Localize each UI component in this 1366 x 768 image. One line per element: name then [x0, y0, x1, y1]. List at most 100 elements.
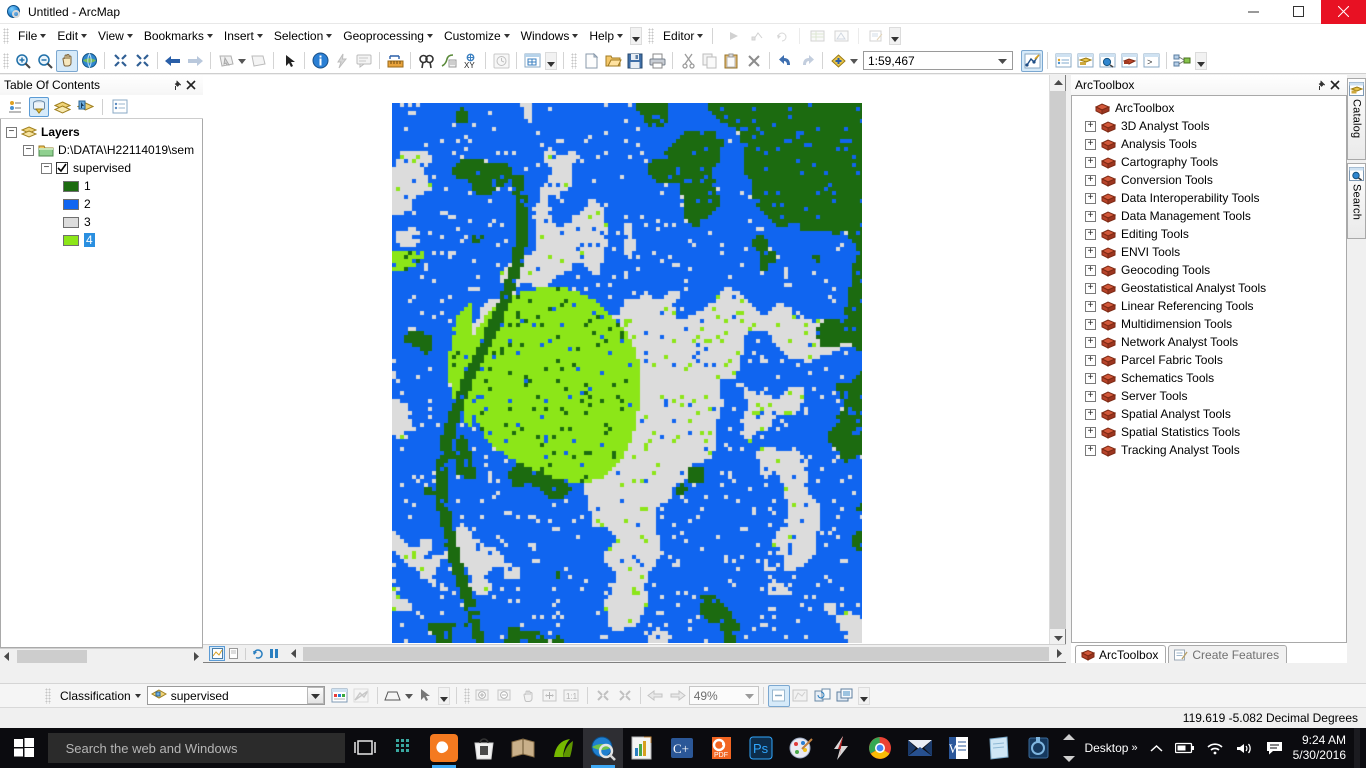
toolbox-item[interactable]: + Server Tools	[1072, 387, 1346, 405]
find-route-icon[interactable]	[437, 50, 459, 72]
dictionary-icon[interactable]	[504, 728, 544, 768]
toolbox-item[interactable]: + Schematics Tools	[1072, 369, 1346, 387]
arctoolbox-window-icon[interactable]	[1118, 50, 1140, 72]
battery-icon[interactable]	[1169, 728, 1201, 768]
image-zoom-out-icon[interactable]	[495, 685, 517, 707]
print-icon[interactable]	[646, 50, 668, 72]
select-icon[interactable]	[414, 685, 436, 707]
clear-selection-icon[interactable]	[247, 50, 269, 72]
tree-node-layers[interactable]: − Layers	[1, 123, 202, 141]
expand-icon[interactable]: +	[1085, 228, 1096, 240]
toc-horizontal-scrollbar[interactable]	[0, 648, 203, 664]
notes-icon[interactable]	[979, 728, 1019, 768]
menu-view[interactable]: View	[92, 26, 138, 46]
time-slider-icon[interactable]	[490, 50, 512, 72]
editor-toolbar-icon[interactable]	[1021, 49, 1043, 72]
map-scale-combo[interactable]: 1:59,467	[863, 51, 1013, 70]
options-icon[interactable]	[110, 97, 130, 117]
list-by-selection-icon[interactable]	[75, 97, 95, 117]
toolbox-item[interactable]: + Editing Tools	[1072, 225, 1346, 243]
full-extent-icon[interactable]	[78, 50, 100, 72]
pause-drawing-icon[interactable]	[266, 646, 282, 661]
chevron-down-icon[interactable]	[742, 693, 758, 699]
toolbox-item[interactable]: + Cartography Tools	[1072, 153, 1346, 171]
go-forward-extent-icon[interactable]	[184, 50, 206, 72]
full-screen-icon[interactable]	[614, 685, 636, 707]
delete-icon[interactable]	[743, 50, 765, 72]
tree-node-dataframe[interactable]: − D:\DATA\H22114019\sem	[1, 141, 202, 159]
legend-class-2[interactable]: 2	[1, 195, 202, 213]
catalog-window-icon[interactable]	[1074, 50, 1096, 72]
scroll-right-icon[interactable]	[188, 648, 203, 664]
word-icon[interactable]: W	[940, 728, 980, 768]
collapse-icon[interactable]: −	[23, 144, 34, 156]
toolbox-item[interactable]: + Geocoding Tools	[1072, 261, 1346, 279]
menu-insert[interactable]: Insert	[218, 26, 268, 46]
desktop-overflow-icon[interactable]: »	[1131, 742, 1137, 754]
footprint-icon[interactable]	[790, 685, 812, 707]
classification-menu[interactable]: Classification	[54, 689, 147, 703]
nvidia-icon[interactable]	[543, 728, 583, 768]
pan-icon[interactable]	[56, 49, 78, 72]
expand-icon[interactable]: +	[1085, 426, 1096, 438]
expand-icon[interactable]: +	[1085, 138, 1096, 150]
class-color-swatch[interactable]	[63, 216, 79, 228]
winrar-icon[interactable]	[1019, 728, 1059, 768]
paint-icon[interactable]	[781, 728, 821, 768]
toolbar-grip-icon[interactable]	[3, 28, 9, 44]
go-back-extent-icon[interactable]	[162, 50, 184, 72]
arcmap-icon[interactable]	[582, 728, 623, 768]
find-icon[interactable]	[415, 50, 437, 72]
table-of-contents-icon[interactable]	[1052, 50, 1074, 72]
image-pan-icon[interactable]	[517, 685, 539, 707]
rotate-icon[interactable]	[771, 25, 793, 47]
toolbox-item[interactable]: + Conversion Tools	[1072, 171, 1346, 189]
toolbox-item[interactable]: + Data Interoperability Tools	[1072, 189, 1346, 207]
mosaic-icon[interactable]	[834, 685, 856, 707]
toolbox-item[interactable]: + Network Analyst Tools	[1072, 333, 1346, 351]
map-vertical-scrollbar[interactable]	[1049, 75, 1066, 645]
create-features-icon[interactable]	[865, 25, 887, 47]
previous-image-icon[interactable]	[645, 685, 667, 707]
toolbox-item[interactable]: + Parcel Fabric Tools	[1072, 351, 1346, 369]
maximize-button[interactable]	[1276, 0, 1321, 24]
chevron-down-icon[interactable]	[306, 687, 324, 704]
undo-icon[interactable]	[774, 50, 796, 72]
close-button[interactable]	[1321, 0, 1366, 24]
toolbox-item[interactable]: + Spatial Analyst Tools	[1072, 405, 1346, 423]
attribute-table-icon[interactable]	[806, 25, 828, 47]
wifi-icon[interactable]	[1201, 728, 1230, 768]
start-button[interactable]	[0, 728, 48, 768]
toolbar-grip-icon[interactable]	[571, 52, 577, 69]
toolbar-grip-icon[interactable]	[463, 687, 470, 704]
edit-vertices-icon[interactable]	[747, 25, 769, 47]
close-icon[interactable]	[1327, 77, 1343, 93]
map-hscroll-left-icon[interactable]	[286, 646, 302, 661]
data-view-icon[interactable]	[209, 646, 225, 661]
fit-window-icon[interactable]	[592, 685, 614, 707]
flash-icon[interactable]	[821, 728, 861, 768]
search-input[interactable]: Search the web and Windows	[47, 733, 346, 763]
toolbar-grip-icon[interactable]	[3, 52, 9, 69]
menu-windows[interactable]: Windows	[515, 26, 584, 46]
fixed-zoom-in-icon[interactable]	[109, 50, 131, 72]
sketch-properties-icon[interactable]	[830, 25, 852, 47]
go-to-xy-icon[interactable]: XY	[459, 50, 481, 72]
new-icon[interactable]	[580, 50, 602, 72]
app-grid-icon[interactable]	[385, 728, 425, 768]
draw-polygon-dropdown[interactable]	[404, 685, 414, 707]
create-viewer-window-icon[interactable]	[521, 50, 543, 72]
pin-icon[interactable]	[167, 77, 183, 93]
open-icon[interactable]	[602, 50, 624, 72]
expand-icon[interactable]: +	[1085, 156, 1096, 168]
tray-overflow-button[interactable]	[1144, 728, 1169, 768]
expand-icon[interactable]: +	[1085, 336, 1096, 348]
expand-icon[interactable]: +	[1085, 318, 1096, 330]
minimize-button[interactable]	[1231, 0, 1276, 24]
select-elements-icon[interactable]	[278, 50, 300, 72]
menu-edit[interactable]: Edit	[51, 26, 92, 46]
action-center-icon[interactable]	[1260, 728, 1289, 768]
list-by-drawing-order-icon[interactable]	[6, 97, 26, 117]
search-window-icon[interactable]	[1096, 50, 1118, 72]
redo-icon[interactable]	[796, 50, 818, 72]
